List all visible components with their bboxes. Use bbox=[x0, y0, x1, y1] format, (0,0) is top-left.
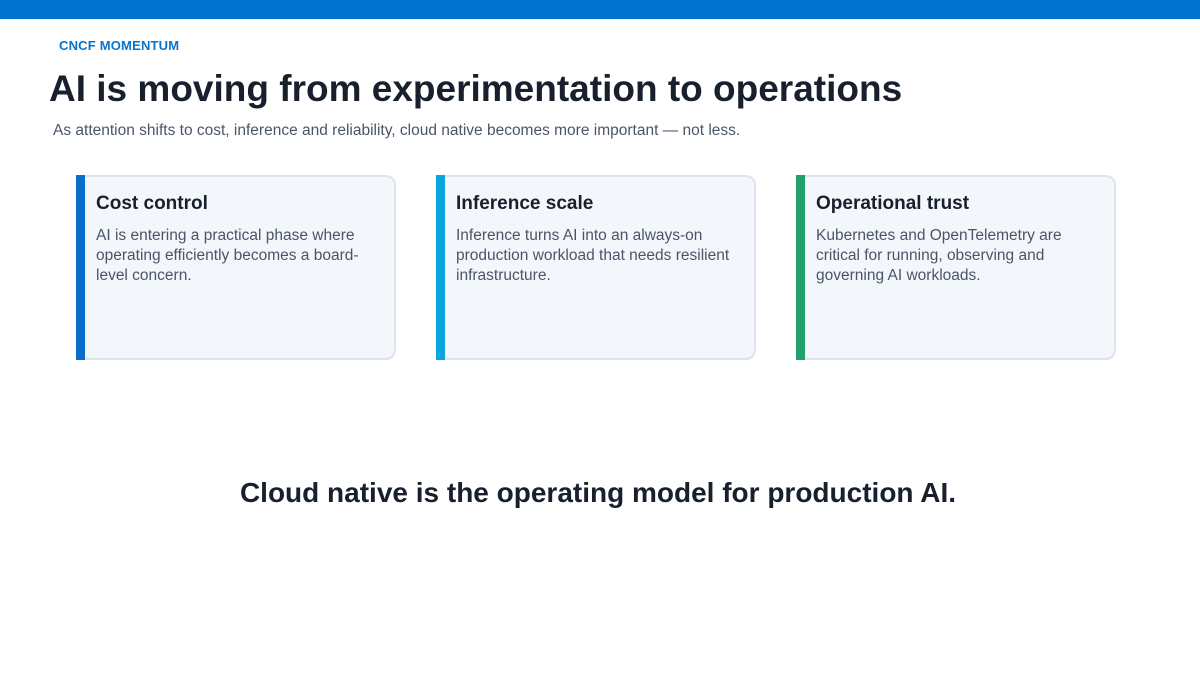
eyebrow-label: CNCF MOMENTUM bbox=[59, 38, 180, 53]
card-accent-bar bbox=[436, 175, 445, 360]
slide-title: AI is moving from experimentation to ope… bbox=[49, 68, 903, 109]
card-body: Kubernetes and OpenTelemetry are critica… bbox=[816, 227, 1062, 284]
card-cost-control: Cost control AI is entering a practical … bbox=[76, 175, 396, 360]
card-accent-bar bbox=[796, 175, 805, 360]
card-inference-scale: Inference scale Inference turns AI into … bbox=[436, 175, 756, 360]
slide-subtitle: As attention shifts to cost, inference a… bbox=[53, 122, 741, 139]
card-title: Cost control bbox=[96, 193, 208, 214]
key-takeaway: Cloud native is the operating model for … bbox=[239, 477, 957, 508]
card-body: AI is entering a practical phase where o… bbox=[96, 227, 359, 284]
card-title: Inference scale bbox=[456, 193, 594, 214]
card-title: Operational trust bbox=[816, 193, 970, 214]
brand-top-bar bbox=[0, 0, 1200, 19]
card-row: Cost control AI is entering a practical … bbox=[76, 175, 1117, 361]
card-operational-trust: Operational trust Kubernetes and OpenTel… bbox=[796, 175, 1116, 360]
card-accent-bar bbox=[76, 175, 85, 360]
card-body: Inference turns AI into an always-on pro… bbox=[456, 227, 730, 284]
